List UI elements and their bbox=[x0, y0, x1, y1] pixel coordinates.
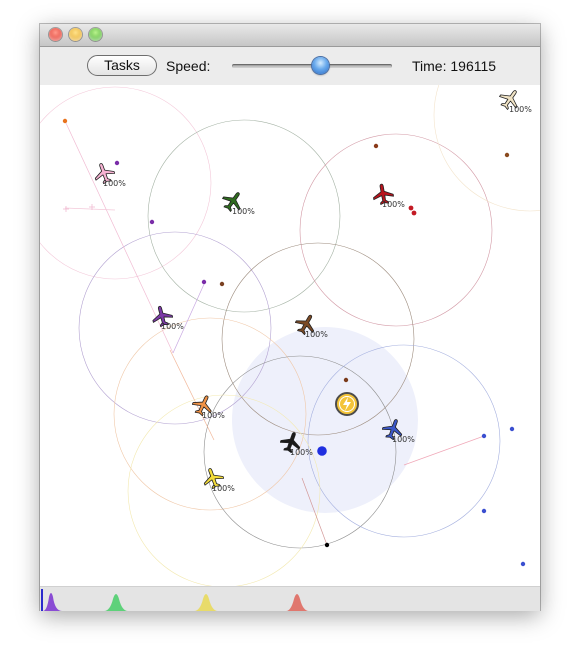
base-station-dot bbox=[317, 446, 327, 456]
battery-label: 100% bbox=[103, 179, 126, 188]
histogram-chart bbox=[41, 589, 309, 611]
battery-label: 100% bbox=[212, 484, 235, 493]
toolbar: Tasks Speed: Time: 196115 bbox=[40, 47, 540, 85]
simulation-layer bbox=[40, 85, 540, 586]
simulation-canvas[interactable]: 100% 100% 100% 100% 100% 100% 100% 100% 100% 100% bbox=[40, 85, 540, 586]
battery-label: 100% bbox=[290, 448, 313, 457]
histogram-peak-green bbox=[104, 594, 128, 611]
battery-label: 100% bbox=[305, 330, 328, 339]
histogram-strip bbox=[40, 586, 540, 611]
close-button[interactable] bbox=[49, 28, 62, 41]
speed-slider-thumb[interactable] bbox=[312, 57, 329, 74]
zoom-button[interactable] bbox=[89, 28, 102, 41]
battery-label: 100% bbox=[509, 105, 532, 114]
minimize-button[interactable] bbox=[69, 28, 82, 41]
speed-label: Speed: bbox=[166, 58, 211, 74]
time-readout: Time: 196115 bbox=[412, 58, 497, 74]
battery-label: 100% bbox=[382, 200, 405, 209]
app-window: Tasks Speed: Time: 196115 100% 100% 100%… bbox=[40, 24, 540, 611]
battery-label: 100% bbox=[392, 435, 415, 444]
tasks-button[interactable]: Tasks bbox=[87, 55, 157, 76]
title-bar[interactable] bbox=[40, 24, 540, 47]
battery-label: 100% bbox=[232, 207, 255, 216]
battery-label: 100% bbox=[202, 411, 225, 420]
battery-label: 100% bbox=[161, 322, 184, 331]
lightning-bolt-icon[interactable] bbox=[335, 392, 359, 416]
histogram-peak-red bbox=[286, 594, 309, 611]
histogram-cursor bbox=[41, 589, 43, 611]
histogram-peak-yellow bbox=[194, 594, 218, 611]
histogram-peak-purple bbox=[43, 593, 62, 611]
